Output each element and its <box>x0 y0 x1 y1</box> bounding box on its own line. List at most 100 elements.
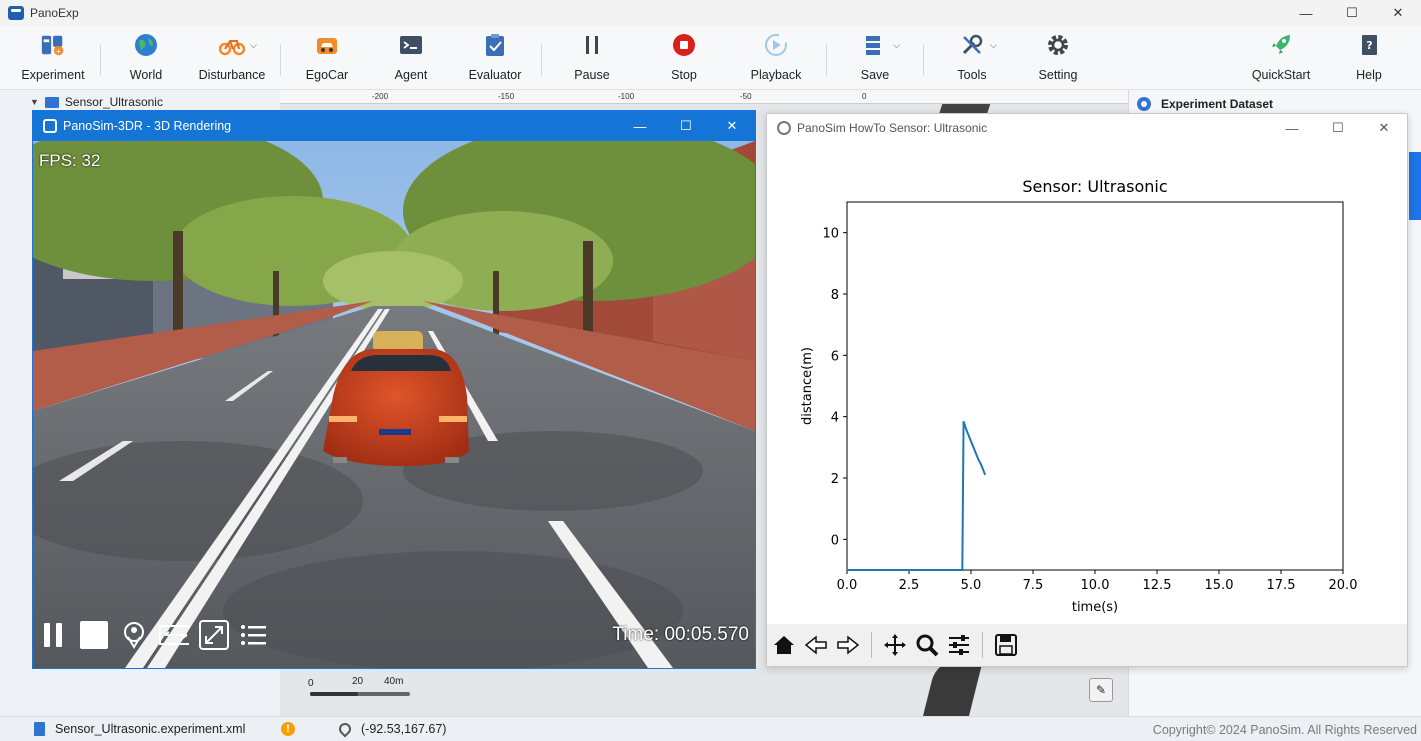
chart-area: Sensor: Ultrasonic 0.0 2.5 5.0 7.5 10.0 12.5 1… <box>767 142 1407 624</box>
x-tick-label: 10.0 <box>1081 578 1110 593</box>
list-icon <box>241 625 266 645</box>
home-button[interactable] <box>769 630 799 660</box>
render-window-controls: — ☐ ✕ <box>617 111 755 141</box>
ultrasonic-line-chart: Sensor: Ultrasonic 0.0 2.5 5.0 7.5 10.0 12.5 1… <box>800 177 1357 615</box>
ruler-tool-button[interactable]: ✎ <box>1089 678 1113 702</box>
chevron-down-icon[interactable]: ▼ <box>30 97 39 107</box>
scale-label: 20 <box>352 676 364 687</box>
experiment-label: Experiment <box>21 68 85 82</box>
location-pin-icon <box>124 622 144 649</box>
tree-item-sensor-ultrasonic[interactable]: ▼ Sensor_Ultrasonic <box>30 95 163 109</box>
x-tick-label: 15.0 <box>1205 578 1234 593</box>
back-button[interactable] <box>801 630 831 660</box>
disturbance-button[interactable]: ⌵ Disturbance <box>187 32 277 88</box>
fullscreen-icon <box>199 620 229 650</box>
forward-button[interactable] <box>833 630 863 660</box>
ruler-tick: -150 <box>498 92 515 101</box>
save-button[interactable]: ⌵ Save <box>830 32 920 88</box>
maximize-button[interactable]: ☐ <box>1315 114 1361 142</box>
quickstart-button[interactable]: QuickStart <box>1236 32 1326 88</box>
close-button[interactable]: ✕ <box>1361 114 1407 142</box>
folder-icon <box>44 96 59 108</box>
panosim-logo-icon <box>43 119 57 133</box>
configure-button[interactable] <box>944 630 974 660</box>
playback-label: Playback <box>750 68 802 82</box>
status-warning[interactable]: ! <box>281 722 295 736</box>
plot-frame <box>846 201 1344 571</box>
y-tick-label: 0 <box>831 533 839 548</box>
location-pin-icon <box>336 720 354 738</box>
stop-button[interactable]: Stop <box>639 32 729 88</box>
svg-text:+: + <box>55 46 61 55</box>
stop-render-button[interactable] <box>79 620 109 650</box>
render-controls <box>39 620 279 650</box>
playback-button[interactable]: Playback <box>731 32 821 88</box>
maximize-button[interactable]: ☐ <box>663 111 709 141</box>
scale-line-segment <box>310 692 358 696</box>
y-tick-label: 4 <box>831 411 839 426</box>
save-figure-button[interactable] <box>991 630 1021 660</box>
terminal-icon <box>398 32 424 58</box>
pause-button[interactable]: Pause <box>547 32 637 88</box>
stop-label: Stop <box>671 68 697 82</box>
close-button[interactable]: ✕ <box>1375 0 1421 26</box>
clipboard-check-icon <box>482 32 508 58</box>
setting-button[interactable]: Setting <box>1013 32 1103 88</box>
app-logo-icon <box>8 6 24 20</box>
ruler-tick: -50 <box>740 92 752 101</box>
view-switch-button[interactable] <box>159 620 189 650</box>
pause-label: Pause <box>574 68 610 82</box>
3d-scene-view[interactable]: FPS: 32 Time: 00:05.570 <box>33 141 755 668</box>
status-coordinates: (-92.53,167.67) <box>336 720 446 738</box>
menu-list-button[interactable] <box>239 620 269 650</box>
minimize-button[interactable]: — <box>1283 0 1329 26</box>
chevron-down-icon: ⌵ <box>990 40 997 50</box>
pause-render-button[interactable] <box>39 620 69 650</box>
plot-window-controls: — ☐ ✕ <box>1269 114 1407 142</box>
minimize-button[interactable]: — <box>1269 114 1315 142</box>
minimize-button[interactable]: — <box>617 111 663 141</box>
y-tick-label: 2 <box>831 472 839 487</box>
status-file[interactable]: Sensor_Ultrasonic.experiment.xml <box>34 722 245 736</box>
camera-follow-button[interactable] <box>119 620 149 650</box>
ruler-tick: 0 <box>862 92 867 101</box>
status-bar: Sensor_Ultrasonic.experiment.xml ! (-92.… <box>0 716 1421 741</box>
egocar-button[interactable]: EgoCar <box>282 32 372 88</box>
quickstart-label: QuickStart <box>1251 68 1311 82</box>
chart-title: Sensor: Ultrasonic <box>1022 177 1167 196</box>
tools-button[interactable]: ⌵ Tools <box>927 32 1017 88</box>
configure-icon <box>949 635 969 655</box>
chevron-down-icon: ⌵ <box>893 40 900 50</box>
evaluator-button[interactable]: Evaluator <box>450 32 540 88</box>
ruler-tick: -200 <box>372 92 389 101</box>
maximize-button[interactable]: ☐ <box>1329 0 1375 26</box>
panel-action-button[interactable] <box>1409 152 1421 220</box>
agent-button[interactable]: Agent <box>366 32 456 88</box>
y-tick-label: 10 <box>822 227 839 242</box>
pan-icon <box>884 634 906 656</box>
toolbar-separator <box>541 44 542 76</box>
y-tick-label: 6 <box>831 349 839 364</box>
stop-icon <box>80 621 108 649</box>
x-tick-label: 5.0 <box>961 578 982 593</box>
forward-arrow-icon <box>837 635 860 655</box>
plot-window-title: PanoSim HowTo Sensor: Ultrasonic <box>797 121 988 135</box>
main-toolbar: + Experiment World ⌵ Disturbance EgoCar … <box>0 26 1421 90</box>
world-button[interactable]: World <box>101 32 191 88</box>
experiment-button[interactable]: + Experiment <box>8 32 98 88</box>
tree-item-label: Sensor_Ultrasonic <box>64 95 163 109</box>
scale-label: 40m <box>384 676 404 687</box>
help-button[interactable]: ? Help <box>1324 32 1414 88</box>
svg-text:?: ? <box>1366 39 1372 52</box>
tools-label: Tools <box>957 68 987 82</box>
fps-counter: FPS: 32 <box>39 151 101 170</box>
toolbar-separator <box>280 44 281 76</box>
fullscreen-button[interactable] <box>199 620 229 650</box>
pan-button[interactable] <box>880 630 910 660</box>
x-tick-label: 12.5 <box>1143 578 1172 593</box>
plot-window-titlebar: PanoSim HowTo Sensor: Ultrasonic — ☐ ✕ <box>767 114 1407 142</box>
zoom-button[interactable] <box>912 630 942 660</box>
egocar-label: EgoCar <box>305 68 349 82</box>
close-button[interactable]: ✕ <box>709 111 755 141</box>
render-window: PanoSim-3DR - 3D Rendering — ☐ ✕ FPS: 32… <box>32 110 756 669</box>
